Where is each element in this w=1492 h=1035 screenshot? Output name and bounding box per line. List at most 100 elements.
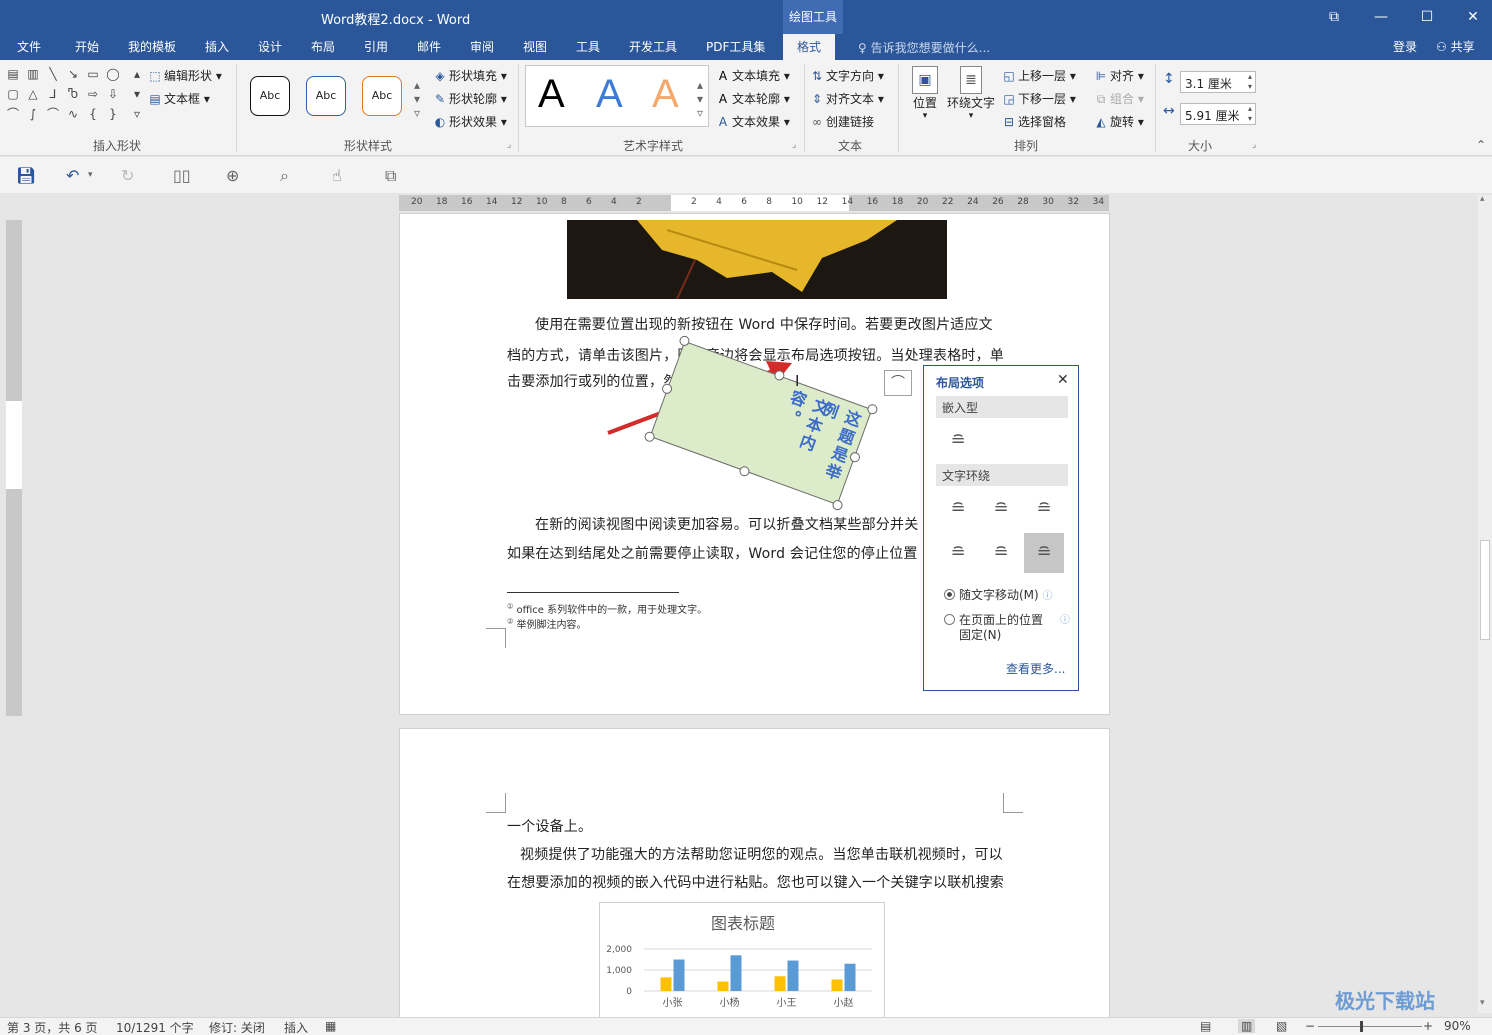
chart-bar[interactable] <box>787 960 799 991</box>
wordart-black[interactable]: A <box>538 72 565 117</box>
tab-tools[interactable]: 工具 <box>576 38 600 55</box>
curve-shape-icon[interactable]: ∿ <box>65 107 81 121</box>
wordart-blue[interactable]: A <box>596 72 623 117</box>
tab-references[interactable]: 引用 <box>364 38 388 55</box>
tab-home[interactable]: 开始 <box>75 38 99 55</box>
arc-shape-icon[interactable]: ⌒ <box>45 107 61 121</box>
chart-bar[interactable] <box>844 963 856 991</box>
oval-shape-icon[interactable]: ◯ <box>105 67 121 81</box>
triangle-shape-icon[interactable]: △ <box>25 87 41 101</box>
see-more-link[interactable]: 查看更多... <box>1006 660 1065 677</box>
shape-style-orange[interactable]: Abc <box>362 76 402 116</box>
brace-right-shape-icon[interactable]: } <box>105 107 121 121</box>
rounded-rect-shape-icon[interactable]: ▢ <box>5 87 21 101</box>
wrap-top-bottom-icon[interactable]: ≘ <box>938 533 978 573</box>
send-backward-button[interactable]: ◲ 下移一层 ▾ <box>1002 90 1076 107</box>
chart-bar[interactable] <box>831 979 843 991</box>
height-spinner-icon[interactable]: ▴ ▾ <box>1248 72 1252 92</box>
text-fill-button[interactable]: A 文本填充 ▾ <box>716 67 790 84</box>
wrap-square-icon[interactable]: ≘ <box>938 489 978 529</box>
wrap-through-icon[interactable]: ≘ <box>1024 489 1064 529</box>
login-link[interactable]: 登录 <box>1393 38 1417 55</box>
customize-icon[interactable]: ⧉ <box>385 166 396 186</box>
scribble-shape-icon[interactable]: ∫ <box>25 107 41 121</box>
dialog-launcher-icon[interactable]: ⌟ <box>507 140 511 150</box>
move-with-text-radio[interactable]: 随文字移动(M) ⓘ <box>944 586 1053 603</box>
wordart-scroll-icon[interactable]: ▴ ▾ ▿ <box>697 78 703 120</box>
zoom-level[interactable]: 90% <box>1444 1019 1471 1033</box>
page-count[interactable]: 第 3 页，共 6 页 <box>7 1019 98 1035</box>
shape-style-blue[interactable]: Abc <box>306 76 346 116</box>
share-button[interactable]: ⚇ 共享 <box>1436 38 1475 55</box>
wrap-behind-text-icon[interactable]: ≘ <box>981 533 1021 573</box>
text-box-button[interactable]: ▤ 文本框 ▾ <box>148 90 210 107</box>
close-icon[interactable]: ✕ <box>1461 5 1485 29</box>
group-button[interactable]: ⧉ 组合 ▾ <box>1094 90 1144 107</box>
shape-width-input[interactable]: 5.91 厘米 ▴ ▾ <box>1180 103 1256 125</box>
close-icon[interactable]: ✕ <box>1057 372 1069 388</box>
wrap-tight-icon[interactable]: ≘ <box>981 489 1021 529</box>
tell-me-box[interactable]: ♀ 告诉我您想要做什么... <box>858 39 990 56</box>
zoom-in-icon[interactable]: + <box>1423 1019 1433 1033</box>
width-spinner-icon[interactable]: ▴ ▾ <box>1248 104 1252 124</box>
tab-view[interactable]: 视图 <box>523 38 547 55</box>
tab-mailings[interactable]: 邮件 <box>417 38 441 55</box>
tab-my-templates[interactable]: 我的模板 <box>128 38 176 55</box>
tab-layout[interactable]: 布局 <box>311 38 335 55</box>
touch-mode-icon[interactable]: ☝ <box>332 166 342 185</box>
wordart-orange[interactable]: A <box>652 72 679 117</box>
tab-insert[interactable]: 插入 <box>205 38 229 55</box>
arrow-line-shape-icon[interactable]: ↘ <box>65 67 81 81</box>
text-effects-button[interactable]: A 文本效果 ▾ <box>716 113 790 130</box>
web-icon[interactable]: ⊕ <box>226 166 239 185</box>
shape-outline-button[interactable]: ✎ 形状轮廓 ▾ <box>433 90 507 107</box>
chart-bar[interactable] <box>774 976 786 991</box>
collapse-ribbon-icon[interactable]: ⌃ <box>1476 138 1486 152</box>
tab-file[interactable]: 文件 <box>17 38 41 55</box>
chart-bar[interactable] <box>673 959 685 992</box>
tab-pdf-tools[interactable]: PDF工具集 <box>706 38 765 55</box>
save-icon[interactable]: 💾︎ <box>16 166 36 185</box>
align-text-button[interactable]: ⇕ 对齐文本 ▾ <box>810 90 884 107</box>
chart-bar[interactable] <box>660 977 672 991</box>
read-mode-view-icon[interactable]: ▤ <box>1200 1019 1211 1033</box>
text-outline-button[interactable]: A 文本轮廓 ▾ <box>716 90 790 107</box>
embedded-chart[interactable]: 图表标题 0 1,000 2,000 小张 小杨 小王 小赵 <box>599 902 885 1018</box>
shape-effects-button[interactable]: ◐ 形状效果 ▾ <box>433 113 507 130</box>
right-arrow-shape-icon[interactable]: ⇨ <box>85 87 101 101</box>
leaf-image[interactable] <box>567 220 947 299</box>
dialog-launcher-icon[interactable]: ⌟ <box>1252 140 1256 150</box>
down-arrow-shape-icon[interactable]: ⇩ <box>105 87 121 101</box>
print-preview-icon[interactable]: ⌕ <box>280 166 289 186</box>
redo-icon[interactable]: ↻ <box>121 166 134 185</box>
scroll-down-icon[interactable]: ▾ <box>1480 998 1485 1008</box>
ribbon-display-icon[interactable]: ⧉ <box>1322 5 1346 29</box>
undo-dropdown-icon[interactable]: ▾ <box>88 170 93 180</box>
rectangle-shape-icon[interactable]: ▭ <box>85 67 101 81</box>
align-button[interactable]: ⊫ 对齐 ▾ <box>1094 67 1144 84</box>
undo-icon[interactable]: ↶ <box>66 166 79 185</box>
textbox-shape-icon[interactable]: ▤ <box>5 67 21 81</box>
scroll-thumb[interactable] <box>1480 540 1490 640</box>
shape-styles-scroll-icon[interactable]: ▴ ▾ ▿ <box>414 78 420 120</box>
wrap-inline-icon[interactable]: ≘ <box>938 421 978 461</box>
horizontal-ruler[interactable]: 20 18 16 14 12 10 8 6 4 2 2 4 6 8 10 12 14 16 18 20 22 24 26 28… <box>399 195 1109 211</box>
wrap-text-button[interactable]: ≣ 环绕文字 ▾ <box>944 66 998 121</box>
gallery-scroll-down-icon[interactable]: ▾ <box>129 87 145 101</box>
shape-fill-button[interactable]: ◈ 形状填充 ▾ <box>433 67 506 84</box>
scroll-up-icon[interactable]: ▴ <box>1480 194 1485 204</box>
create-link-button[interactable]: ∞ 创建链接 <box>810 113 874 130</box>
brace-shape-icon[interactable]: { <box>85 107 101 121</box>
tab-format[interactable]: 格式 <box>783 34 836 60</box>
tab-review[interactable]: 审阅 <box>470 38 494 55</box>
zoom-slider[interactable] <box>1318 1026 1422 1027</box>
shape-height-input[interactable]: 3.1 厘米 ▴ ▾ <box>1180 71 1256 93</box>
wordart-gallery[interactable]: A A A <box>525 65 709 127</box>
tab-design[interactable]: 设计 <box>258 38 282 55</box>
track-changes-status[interactable]: 修订: 关闭 <box>209 1019 265 1035</box>
macro-icon[interactable]: ▦ <box>325 1019 336 1033</box>
gallery-scroll-up-icon[interactable]: ▴ <box>129 67 145 81</box>
insert-mode-status[interactable]: 插入 <box>284 1019 308 1035</box>
dialog-launcher-icon[interactable]: ⌟ <box>792 140 796 150</box>
text-direction-button[interactable]: ⇅ 文字方向 ▾ <box>810 67 884 84</box>
